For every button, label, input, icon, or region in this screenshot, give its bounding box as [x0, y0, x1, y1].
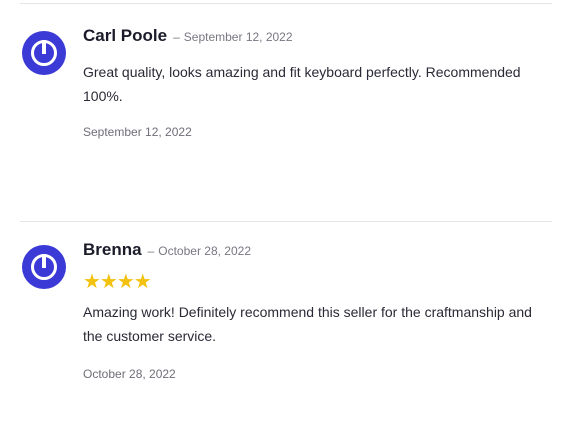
avatar-bar-icon	[42, 40, 46, 54]
review-date: September 12, 2022	[183, 30, 293, 44]
review-content: Brenna – October 28, 2022 ★★★★ Amazing w…	[83, 240, 553, 381]
meta-separator: –	[147, 244, 155, 258]
review-divider	[20, 221, 552, 222]
review-author: Carl Poole	[83, 26, 168, 45]
star-rating-icon: ★★★★	[83, 271, 152, 293]
top-divider	[20, 3, 552, 4]
review-meta: Carl Poole – September 12, 2022	[83, 26, 553, 54]
review-date: October 28, 2022	[158, 244, 251, 258]
review-author: Brenna	[83, 240, 142, 259]
avatar-bar-icon	[42, 254, 46, 268]
review-footer-date: September 12, 2022	[83, 125, 192, 139]
review-text: Amazing work! Definitely recommend this …	[83, 304, 532, 344]
reviews-list: Carl Poole – September 12, 2022 Great qu…	[0, 0, 582, 438]
avatar	[22, 31, 66, 75]
avatar	[22, 245, 66, 289]
review-meta: Brenna – October 28, 2022	[83, 240, 553, 268]
review-footer-date: October 28, 2022	[83, 367, 176, 381]
meta-separator: –	[173, 30, 180, 44]
review-text: Great quality, looks amazing and fit key…	[83, 64, 521, 104]
review-content: Carl Poole – September 12, 2022 Great qu…	[83, 26, 553, 139]
